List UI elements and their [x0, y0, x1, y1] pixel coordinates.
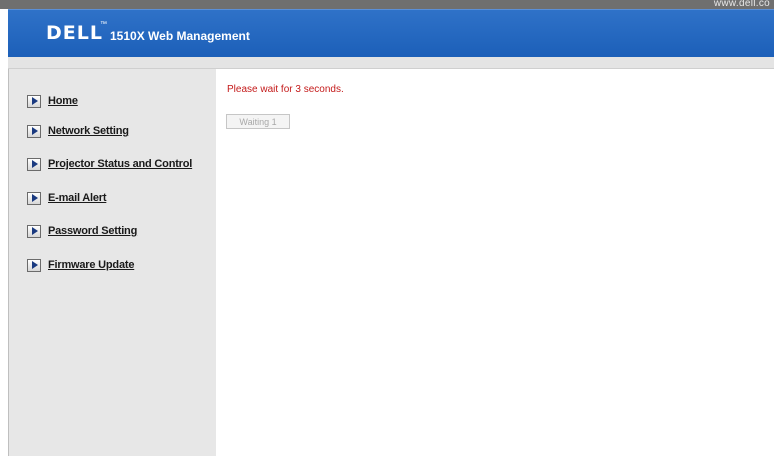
arrow-right-icon — [27, 94, 41, 108]
sidebar-item-projector-status[interactable]: Projector Status and Control — [27, 156, 192, 172]
sidebar-item-label: Home — [48, 95, 78, 107]
url-text: www.dell.co — [713, 0, 770, 9]
header-sub-bar — [8, 57, 774, 69]
sidebar-item-email-alert[interactable]: E-mail Alert — [27, 190, 107, 206]
sidebar-item-home[interactable]: Home — [27, 93, 78, 109]
sidebar-item-label: E-mail Alert — [48, 192, 107, 204]
dell-logo: DELL — [46, 22, 103, 44]
arrow-right-icon — [27, 124, 41, 138]
arrow-right-icon — [27, 191, 41, 205]
sidebar-item-label: Network Setting — [48, 125, 129, 137]
sidebar-item-label: Password Setting — [48, 225, 138, 237]
left-edge-strip — [0, 9, 9, 456]
main-content: Please wait for 3 seconds. Waiting 1 — [216, 69, 774, 456]
wait-message: Please wait for 3 seconds. — [227, 84, 344, 95]
sidebar-item-firmware-update[interactable]: Firmware Update — [27, 257, 134, 273]
sidebar: Home Network Setting Projector Status an… — [9, 69, 216, 456]
header-banner: DELL ™ 1510X Web Management — [8, 9, 774, 58]
logo-trademark: ™ — [100, 21, 107, 28]
sidebar-item-password-setting[interactable]: Password Setting — [27, 223, 137, 239]
waiting-button[interactable]: Waiting 1 — [226, 114, 290, 129]
sidebar-item-label: Firmware Update — [48, 259, 135, 271]
page: www.dell.co DELL ™ 1510X Web Management … — [0, 0, 774, 456]
top-strip: www.dell.co — [0, 0, 774, 9]
arrow-right-icon — [27, 157, 41, 171]
page-title: 1510X Web Management — [110, 29, 250, 43]
arrow-right-icon — [27, 224, 41, 238]
sidebar-item-network-setting[interactable]: Network Setting — [27, 123, 129, 139]
sidebar-item-label: Projector Status and Control — [48, 158, 193, 170]
arrow-right-icon — [27, 258, 41, 272]
